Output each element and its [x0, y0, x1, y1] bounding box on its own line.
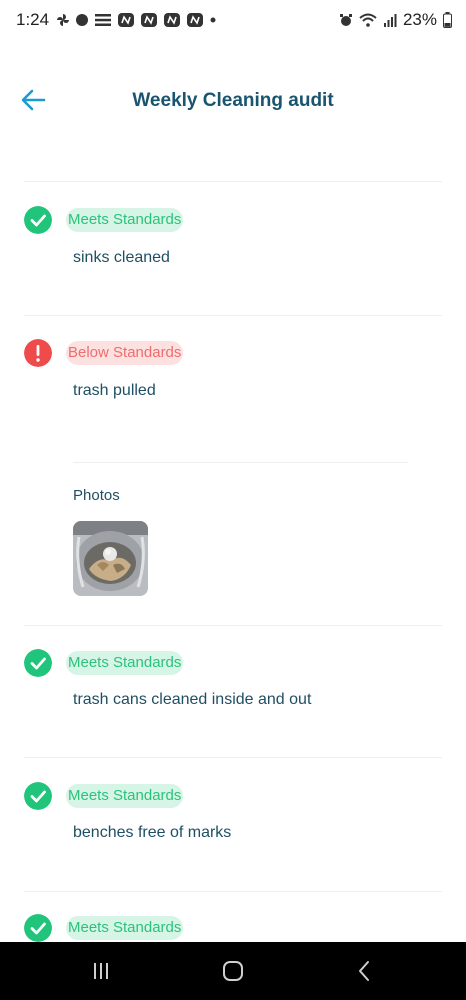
photo-thumbnail[interactable]: [73, 521, 148, 596]
chevron-left-icon: [359, 961, 369, 981]
status-badge: Meets Standards: [66, 784, 184, 808]
notification-app-icon: [187, 13, 203, 27]
notification-app-icon: [118, 13, 134, 27]
trash-bin-photo-icon: [73, 521, 148, 596]
audit-item[interactable]: Below Standards trash pulled: [0, 333, 466, 433]
signal-icon: [383, 14, 397, 27]
audit-item[interactable]: Meets Standards sinks cleaned: [0, 200, 466, 300]
item-label: trash pulled: [73, 382, 156, 399]
check-circle-icon: [24, 782, 52, 810]
status-bar: 1:24 23%: [0, 0, 466, 44]
dot-icon: [210, 17, 216, 23]
divider: [24, 757, 442, 758]
page-title: Weekly Cleaning audit: [132, 90, 334, 111]
photos-label: Photos: [73, 487, 120, 504]
wifi-icon: [359, 13, 377, 27]
divider: [24, 891, 442, 892]
item-label: trash cans cleaned inside and out: [73, 691, 312, 708]
audit-item[interactable]: Meets Standards: [0, 908, 466, 942]
status-right: 23%: [339, 10, 452, 30]
status-time: 1:24: [16, 10, 50, 29]
check-circle-icon: [24, 649, 52, 677]
system-nav-bar: [0, 942, 466, 1000]
alarm-icon: [339, 14, 352, 26]
status-badge: Meets Standards: [66, 916, 184, 940]
status-badge: Meets Standards: [66, 651, 184, 675]
status-badge: Below Standards: [66, 341, 184, 365]
status-badge: Meets Standards: [66, 208, 184, 232]
notification-icons: [56, 11, 217, 29]
nav-back-button[interactable]: [350, 958, 380, 984]
divider: [73, 462, 408, 463]
notification-app-icon: [164, 13, 180, 27]
item-label: benches free of marks: [73, 824, 232, 841]
notification-app-icon: [141, 13, 157, 27]
recents-icon: [94, 963, 108, 979]
e-logo-icon: [95, 14, 111, 26]
exclamation-circle-icon: [24, 339, 52, 367]
divider: [24, 181, 442, 182]
check-circle-icon: [24, 206, 52, 234]
app-bar: Weekly Cleaning audit: [0, 60, 466, 140]
chat-icon: [76, 14, 88, 26]
check-circle-icon: [24, 914, 52, 942]
pinwheel-icon: [57, 14, 69, 26]
battery-percent: 23%: [402, 10, 437, 29]
divider: [24, 315, 442, 316]
battery-icon: [443, 12, 452, 28]
audit-item[interactable]: Meets Standards trash cans cleaned insid…: [0, 643, 466, 743]
home-button[interactable]: [218, 958, 248, 984]
item-label: sinks cleaned: [73, 249, 170, 266]
audit-item[interactable]: Meets Standards benches free of marks: [0, 776, 466, 876]
recents-button[interactable]: [86, 958, 116, 984]
home-icon: [223, 961, 243, 981]
divider: [24, 625, 442, 626]
